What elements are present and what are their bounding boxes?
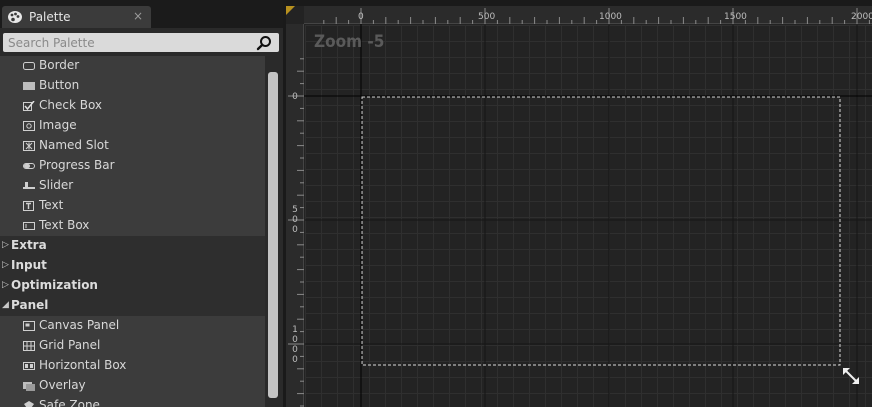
border-icon [23,62,35,70]
palette-item-safe-zone[interactable]: Safe Zone [0,396,265,407]
ruler-label-vertical: 0 [292,92,298,102]
collapsed-arrow-icon[interactable]: ▷ [2,260,9,270]
search-box [3,33,279,52]
horizontal-box-icon [23,362,35,370]
palette-item-progress-bar[interactable]: Progress Bar [0,156,265,176]
collapsed-arrow-icon[interactable]: ▷ [2,280,9,290]
palette-item-canvas-panel[interactable]: Canvas Panel [0,316,265,336]
palette-item-label: Canvas Panel [39,318,120,332]
palette-item-label: Image [39,118,77,132]
tab-palette[interactable]: Palette × [2,6,151,28]
palette-item-text-box[interactable]: Text Box [0,216,265,236]
palette-item-label: Horizontal Box [39,358,127,372]
close-icon[interactable]: × [133,9,143,23]
tab-bar: Palette × [0,0,283,28]
palette-item-border[interactable]: Border [0,56,265,76]
ruler-label: 0 [358,12,364,22]
progress-bar-icon [23,163,35,169]
palette-item-text[interactable]: Text [0,196,265,216]
grid-panel-icon [23,341,35,351]
safe-zone-icon [24,401,34,407]
designer-overlay [288,8,872,407]
scrollbar[interactable] [266,56,281,407]
palette-item-label: Check Box [39,98,103,112]
palette-item-label: Text Box [39,218,90,232]
button-icon [23,82,35,90]
palette-item-label: Slider [39,178,74,192]
ruler-label: 2000 [851,12,872,22]
palette-item-check-box[interactable]: Check Box [0,96,265,116]
palette-item-label: Safe Zone [39,398,100,407]
palette-panel: Palette × Border Button Check Box Image Name… [0,0,283,407]
palette-item-label: Text [39,198,64,212]
ruler-label: 1500 [724,12,747,22]
palette-icon [8,11,22,23]
palette-item-button[interactable]: Button [0,76,265,96]
palette-item-label: Named Slot [39,138,109,152]
ruler-label-vertical: 1000 [292,325,298,365]
text-icon [23,201,34,211]
canvas-panel-icon [23,321,35,331]
zoom-indicator: Zoom -5 [314,32,385,52]
designer-viewport[interactable]: Zoom -5 0 500 1000 1500 2000 0 500 1000 [286,6,872,407]
palette-item-grid-panel[interactable]: Grid Panel [0,336,265,356]
category-label: Extra [11,238,47,252]
palette-item-slider[interactable]: Slider [0,176,265,196]
tab-palette-label: Palette [29,10,71,24]
palette-list: Border Button Check Box Image Named Slot Prog… [0,56,265,407]
scrollbar-thumb[interactable] [268,72,278,398]
ruler-label: 1000 [599,12,622,22]
image-icon [23,121,35,131]
category-label: Optimization [11,278,98,292]
palette-item-label: Grid Panel [39,338,101,352]
text-box-icon [23,222,35,230]
design-area-boundary[interactable] [361,96,841,366]
named-slot-icon [23,141,35,151]
palette-item-overlay[interactable]: Overlay [0,376,265,396]
category-label: Panel [11,298,49,312]
category-input[interactable]: ▷ Input [0,256,265,276]
palette-item-named-slot[interactable]: Named Slot [0,136,265,156]
palette-item-label: Button [39,78,80,92]
category-panel[interactable]: ◢ Panel [0,296,265,316]
palette-item-label: Overlay [39,378,86,392]
ruler-label-vertical: 500 [292,205,298,235]
search-input[interactable] [3,33,248,52]
category-optimization[interactable]: ▷ Optimization [0,276,265,296]
ruler-label: 500 [478,12,496,22]
overlay-icon [23,382,35,391]
search-icon[interactable] [256,35,272,51]
category-extra[interactable]: ▷ Extra [0,236,265,256]
palette-item-horizontal-box[interactable]: Horizontal Box [0,356,265,376]
collapsed-arrow-icon[interactable]: ▷ [2,240,9,250]
category-label: Input [11,258,47,272]
expanded-arrow-icon[interactable]: ◢ [2,300,9,310]
palette-item-label: Border [39,58,80,72]
slider-icon [23,182,35,189]
palette-item-label: Progress Bar [39,158,115,172]
checkbox-icon [23,101,35,111]
palette-item-image[interactable]: Image [0,116,265,136]
